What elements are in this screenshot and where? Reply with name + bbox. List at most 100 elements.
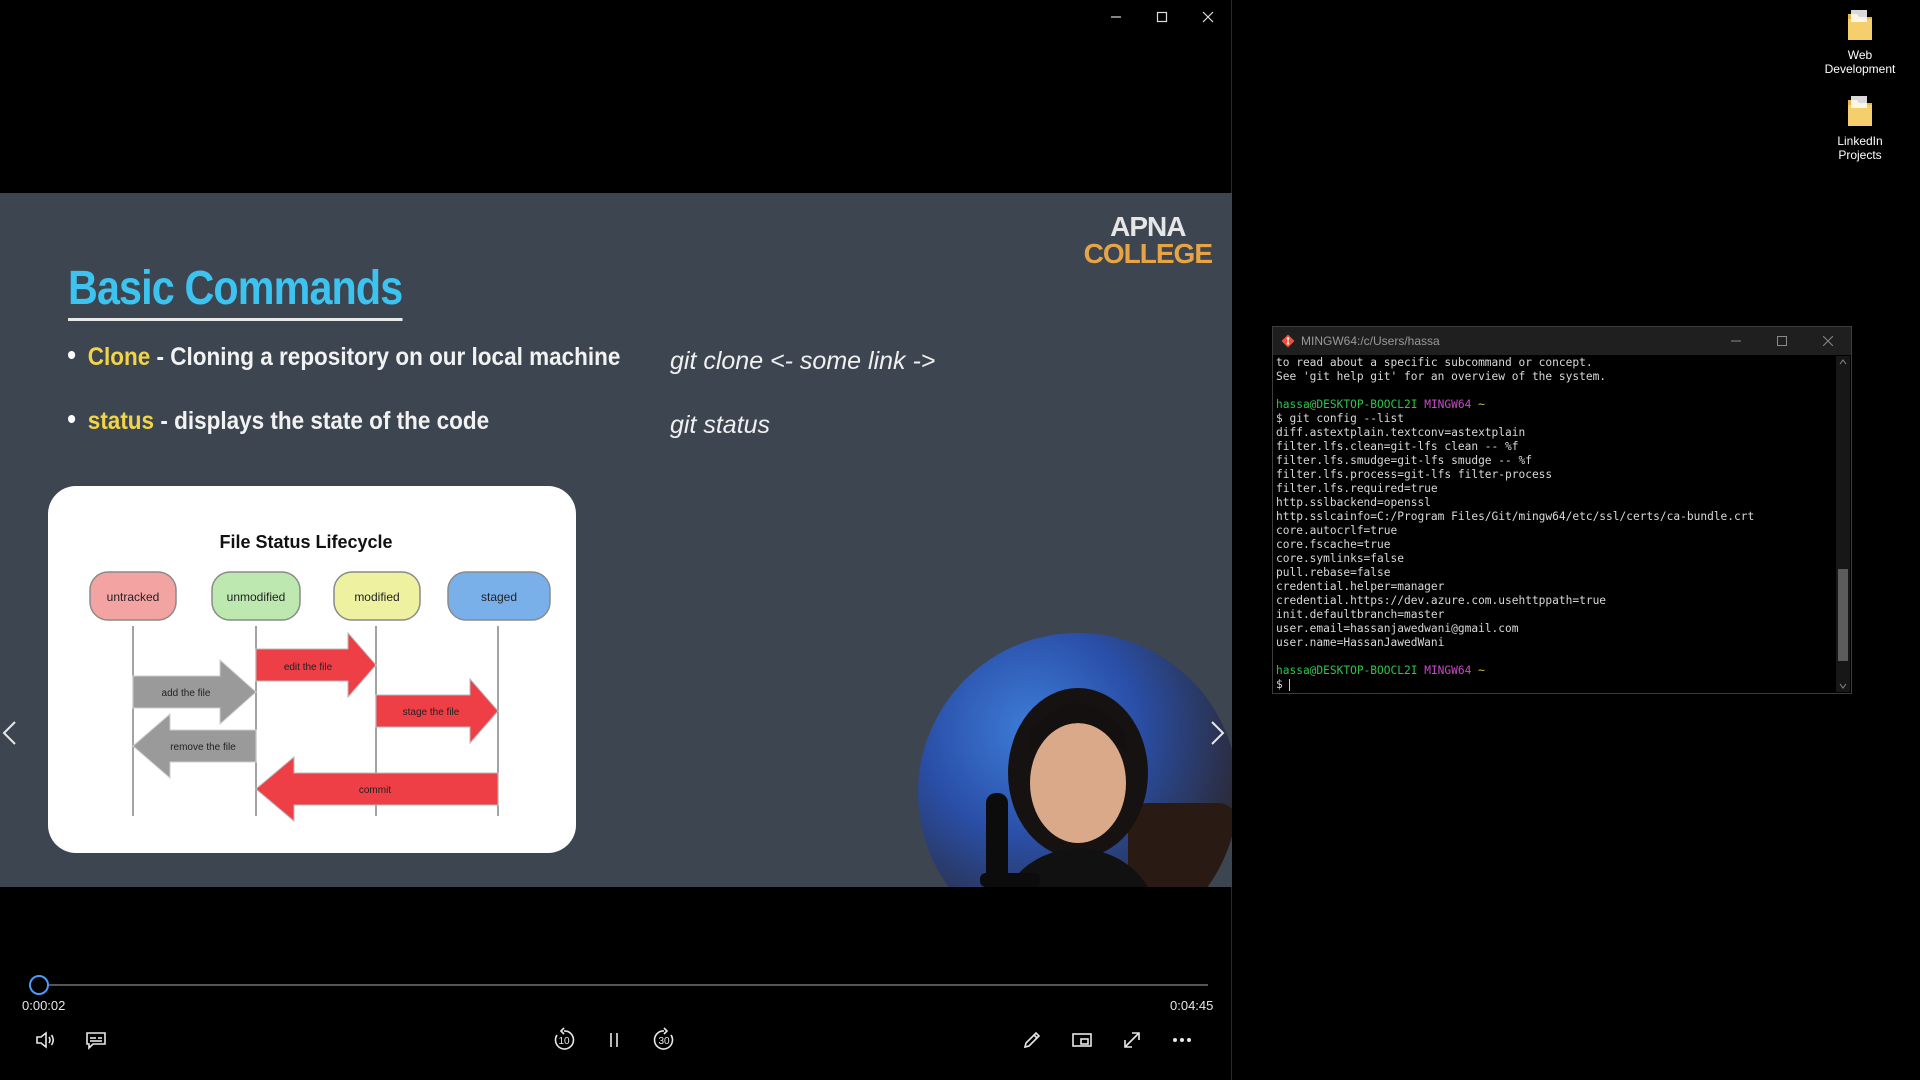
arrow-stage-label: stage the file <box>403 707 460 718</box>
terminal-line: http.sslcainfo=C:/Program Files/Git/ming… <box>1276 510 1755 523</box>
git-bash-terminal-window[interactable]: MINGW64:/c/Users/hassa to read about a s… <box>1272 326 1852 694</box>
desktop-icon-label: Projects <box>1838 148 1882 162</box>
pause-icon <box>610 1033 618 1047</box>
bullet-text: - Cloning a repository on our local mach… <box>150 343 621 371</box>
bullet-dot <box>68 415 76 424</box>
bullet-clone: Clone - Cloning a repository on our loca… <box>68 343 620 372</box>
terminal-window-controls <box>1713 327 1851 355</box>
apna-college-logo: APNA COLLEGE <box>1083 211 1213 269</box>
terminal-title: MINGW64:/c/Users/hassa <box>1301 334 1440 348</box>
file-status-lifecycle-diagram: File Status Lifecycle untracked unmodifi… <box>48 486 576 853</box>
terminal-line: core.symlinks=false <box>1276 552 1404 565</box>
desktop-icon-web-development[interactable]: Web Development <box>1815 8 1905 76</box>
skip-back-10-icon: 10 <box>554 1027 575 1050</box>
terminal-last-prompt: $ <box>1276 678 1290 691</box>
terminal-minimize-button[interactable] <box>1713 327 1759 355</box>
close-icon <box>1202 11 1214 23</box>
arrow-remove-label: remove the file <box>170 742 236 753</box>
state-unmodified-label: unmodified <box>227 590 286 604</box>
prompt-path: ~ <box>1478 398 1485 411</box>
skip-forward-30-icon: 30 <box>653 1027 674 1050</box>
skip-forward-button[interactable]: 30 <box>646 1024 682 1056</box>
chevron-right-icon <box>1211 721 1225 745</box>
more-options-button[interactable] <box>1164 1024 1200 1056</box>
terminal-close-button[interactable] <box>1805 327 1851 355</box>
minimize-icon <box>1111 16 1121 18</box>
terminal-maximize-button[interactable] <box>1759 327 1805 355</box>
terminal-line: core.fscache=true <box>1276 538 1391 551</box>
desktop-icon-linkedin-projects[interactable]: LinkedIn Projects <box>1815 94 1905 162</box>
prompt-user: hassa@DESKTOP-BOOCL2I <box>1276 398 1418 411</box>
edit-button[interactable] <box>1014 1024 1050 1056</box>
subtitles-icon <box>86 1032 106 1050</box>
state-staged-label: staged <box>481 590 517 604</box>
terminal-prompt: hassa@DESKTOP-BOOCL2I MINGW64 ~ <box>1276 398 1834 412</box>
terminal-output[interactable]: to read about a specific subcommand or c… <box>1276 356 1834 692</box>
seek-bar[interactable] <box>38 984 1208 986</box>
bullet-keyword: Clone <box>87 343 151 371</box>
desktop-icon-label: LinkedIn <box>1837 134 1883 148</box>
fullscreen-button[interactable] <box>1114 1024 1150 1056</box>
total-time: 0:04:45 <box>1170 998 1214 1013</box>
arrow-commit-label: commit <box>359 785 391 796</box>
pencil-icon <box>1023 1031 1041 1049</box>
pause-button[interactable] <box>596 1024 632 1056</box>
terminal-line: http.sslbackend=openssl <box>1276 496 1431 509</box>
prompt-user: hassa@DESKTOP-BOOCL2I <box>1276 664 1418 677</box>
minimize-button[interactable] <box>1093 0 1139 34</box>
terminal-input-line[interactable]: $ <box>1276 678 1834 692</box>
next-arrow[interactable] <box>1202 718 1232 748</box>
command-clone: git clone <- some link -> <box>670 347 936 375</box>
close-button[interactable] <box>1185 0 1231 34</box>
media-player-window: APNA COLLEGE Basic Commands Clone - Clon… <box>0 0 1232 1080</box>
bullet-dot <box>68 351 76 360</box>
terminal-command: $ git config --list <box>1276 412 1404 425</box>
volume-icon <box>36 1031 55 1049</box>
bullet-status: status - displays the state of the code <box>68 407 489 436</box>
terminal-titlebar[interactable]: MINGW64:/c/Users/hassa <box>1273 327 1851 355</box>
git-icon <box>1281 334 1295 348</box>
chevron-left-icon <box>2 721 16 745</box>
maximize-button[interactable] <box>1139 0 1185 34</box>
terminal-line: to read about a specific subcommand or c… <box>1276 356 1593 369</box>
arrow-edit-label: edit the file <box>284 662 333 673</box>
command-status: git status <box>670 411 771 439</box>
terminal-line: credential.https://dev.azure.com.usehttp… <box>1276 594 1607 607</box>
volume-button[interactable] <box>28 1024 64 1056</box>
bullet-text: - displays the state of the code <box>154 407 490 435</box>
state-modified-label: modified <box>354 590 399 604</box>
close-icon <box>1823 336 1833 346</box>
fullscreen-icon <box>1124 1032 1140 1048</box>
skip-forward-seconds: 30 <box>658 1036 670 1047</box>
prompt-env: MINGW64 <box>1424 398 1472 411</box>
window-controls <box>1093 0 1231 34</box>
mini-view-button[interactable] <box>1064 1024 1100 1056</box>
terminal-line: diff.astextplain.textconv=astextplain <box>1276 426 1526 439</box>
terminal-line: user.name=HassanJawedWani <box>1276 636 1445 649</box>
terminal-line: filter.lfs.required=true <box>1276 482 1438 495</box>
terminal-prompt: hassa@DESKTOP-BOOCL2I MINGW64 ~ <box>1276 664 1834 678</box>
state-untracked-label: untracked <box>107 590 160 604</box>
terminal-line: init.defaultbranch=master <box>1276 608 1445 621</box>
terminal-line: filter.lfs.process=git-lfs filter-proces… <box>1276 468 1553 481</box>
lifecycle-svg: File Status Lifecycle untracked unmodifi… <box>89 532 551 823</box>
video-frame[interactable]: APNA COLLEGE Basic Commands Clone - Clon… <box>0 193 1232 887</box>
skip-back-button[interactable]: 10 <box>546 1024 582 1056</box>
seek-thumb[interactable] <box>29 975 49 995</box>
terminal-scroll-thumb[interactable] <box>1838 569 1848 661</box>
terminal-line: pull.rebase=false <box>1276 566 1391 579</box>
more-icon <box>1172 1038 1191 1043</box>
presenter-webcam <box>918 633 1232 887</box>
previous-arrow[interactable] <box>0 718 26 748</box>
skip-back-seconds: 10 <box>558 1036 570 1047</box>
terminal-line: credential.helper=manager <box>1276 580 1445 593</box>
prompt-env: MINGW64 <box>1424 664 1472 677</box>
terminal-scrollbar[interactable] <box>1836 356 1850 692</box>
subtitles-button[interactable] <box>78 1024 114 1056</box>
current-time: 0:00:02 <box>22 998 66 1013</box>
prompt-path: ~ <box>1478 664 1485 677</box>
arrow-add-label: add the file <box>162 688 211 699</box>
folder-icon <box>1848 10 1872 40</box>
